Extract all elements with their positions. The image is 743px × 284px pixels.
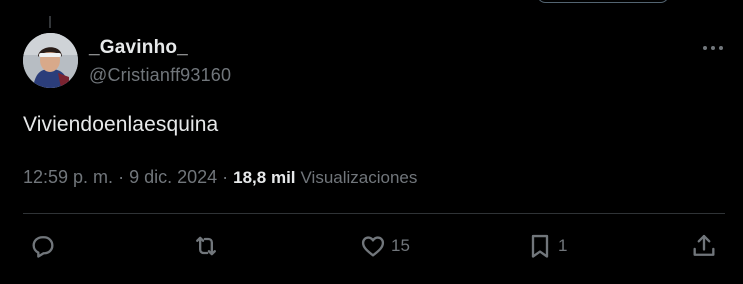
reply-icon [32,236,54,258]
more-dots-icon [703,46,723,50]
share-icon [693,234,715,256]
share-button[interactable] [690,231,722,261]
views-count: 18,8 mil [233,168,296,187]
tweet-meta: 12:59 p. m. · 9 dic. 2024 · 18,8 mil Vis… [23,167,417,188]
bookmark-button[interactable]: 1 [526,231,567,261]
reply-button[interactable] [29,231,61,261]
top-button-edge[interactable] [537,0,669,3]
like-count: 15 [391,236,410,255]
retweet-button[interactable] [192,231,224,261]
tweet-date[interactable]: 9 dic. 2024 [129,167,217,188]
meta-separator: · [222,167,229,187]
author-handle[interactable]: @Cristianff93160 [89,65,231,86]
more-options-button[interactable] [700,38,726,58]
avatar-image [23,33,78,88]
thread-connector-line [49,16,51,28]
bookmark-icon [531,234,549,258]
tweet-time[interactable]: 12:59 p. m. [23,167,113,188]
tweet-text: Viviendoenlaesquina [23,113,219,136]
meta-separator: · [118,167,125,187]
avatar[interactable] [23,33,78,88]
bookmark-count: 1 [558,236,568,255]
views-label: Visualizaciones [300,168,418,187]
author-display-name[interactable]: _Gavinho_ [89,37,188,59]
retweet-icon [196,236,216,256]
actions-divider [23,213,725,214]
heart-icon [361,236,385,257]
like-button[interactable]: 15 [359,231,410,261]
